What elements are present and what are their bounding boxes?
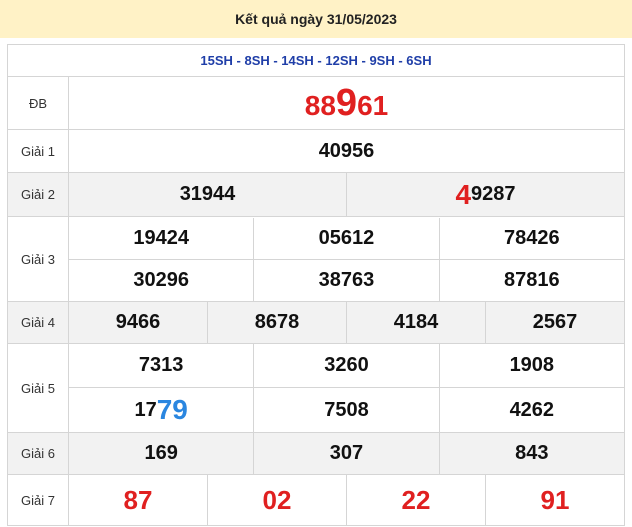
prize-7-4: 91 [485, 475, 624, 525]
special-prize: 88961 [68, 76, 625, 130]
prize-6-3: 843 [438, 433, 624, 474]
label-db: ĐB [7, 76, 69, 130]
prize-4-1: 9466 [115, 311, 161, 333]
prize-5-1: 7313 [138, 354, 184, 376]
prize-5-block: 7313 3260 1908 17 79 7508 4262 [68, 343, 625, 433]
page-title: Kết quả ngày 31/05/2023 [0, 0, 632, 38]
prize-6-1: 169 [144, 442, 178, 464]
special-prize-highlight: 9 [335, 81, 358, 124]
prize-4-4: 2567 [485, 302, 624, 343]
label-g5: Giải 5 [7, 343, 69, 433]
label-g2: Giải 2 [7, 172, 69, 217]
prize-7-3: 22 [346, 475, 485, 525]
prize-3-5: 38763 [253, 259, 438, 301]
prize-5-4-prefix: 17 [134, 398, 157, 421]
prize-5-4-highlight: 79 [156, 394, 188, 425]
prize-1: 40956 [68, 129, 625, 173]
prize-5-5: 7508 [253, 388, 438, 432]
prize-5-4: 17 79 [69, 388, 253, 432]
prize-3-6: 87816 [438, 259, 624, 301]
lottery-codes: 15SH - 8SH - 14SH - 12SH - 9SH - 6SH [7, 44, 625, 76]
prize-2-b: 4 9287 [346, 173, 624, 216]
prize-2-a-number: 31944 [179, 183, 236, 205]
special-prize-suffix: 61 [357, 89, 389, 121]
prize-7-row: 87 02 22 91 [68, 474, 625, 526]
label-g6: Giải 6 [7, 432, 69, 475]
label-g1: Giải 1 [7, 129, 69, 173]
prize-3-3: 78426 [438, 217, 624, 259]
prize-6-2: 307 [253, 433, 438, 474]
prize-3-1: 19424 [133, 226, 189, 249]
prize-4-2: 8678 [207, 302, 346, 343]
prize-3-block: 19424 05612 78426 30296 38763 87816 [68, 216, 625, 302]
prize-5-6: 4262 [438, 388, 624, 432]
prize-2-b-highlight: 4 [455, 178, 472, 210]
results-table: ĐB 88961 Giải 1 40956 Giải 2 31944 4 9287 [7, 76, 625, 526]
prize-6-row: 169 307 843 [68, 432, 625, 475]
prize-2-a: 31944 [69, 173, 346, 216]
results-page: Kết quả ngày 31/05/2023 15SH - 8SH - 14S… [0, 0, 632, 527]
special-prize-prefix: 88 [304, 89, 336, 121]
label-g3: Giải 3 [7, 216, 69, 302]
label-g7: Giải 7 [7, 474, 69, 526]
prize-3-4: 30296 [133, 268, 189, 291]
prize-4-3: 4184 [346, 302, 485, 343]
label-g4: Giải 4 [7, 301, 69, 344]
prize-7-1: 87 [123, 484, 153, 515]
prize-2-b-suffix: 9287 [471, 183, 516, 205]
prize-4-row: 9466 8678 4184 2567 [68, 301, 625, 344]
prize-5-3: 1908 [438, 344, 624, 387]
prize-7-2: 02 [207, 475, 346, 525]
prize-3-2: 05612 [253, 217, 438, 259]
prize-2-row: 31944 4 9287 [68, 172, 625, 217]
prize-5-2: 3260 [253, 344, 438, 387]
